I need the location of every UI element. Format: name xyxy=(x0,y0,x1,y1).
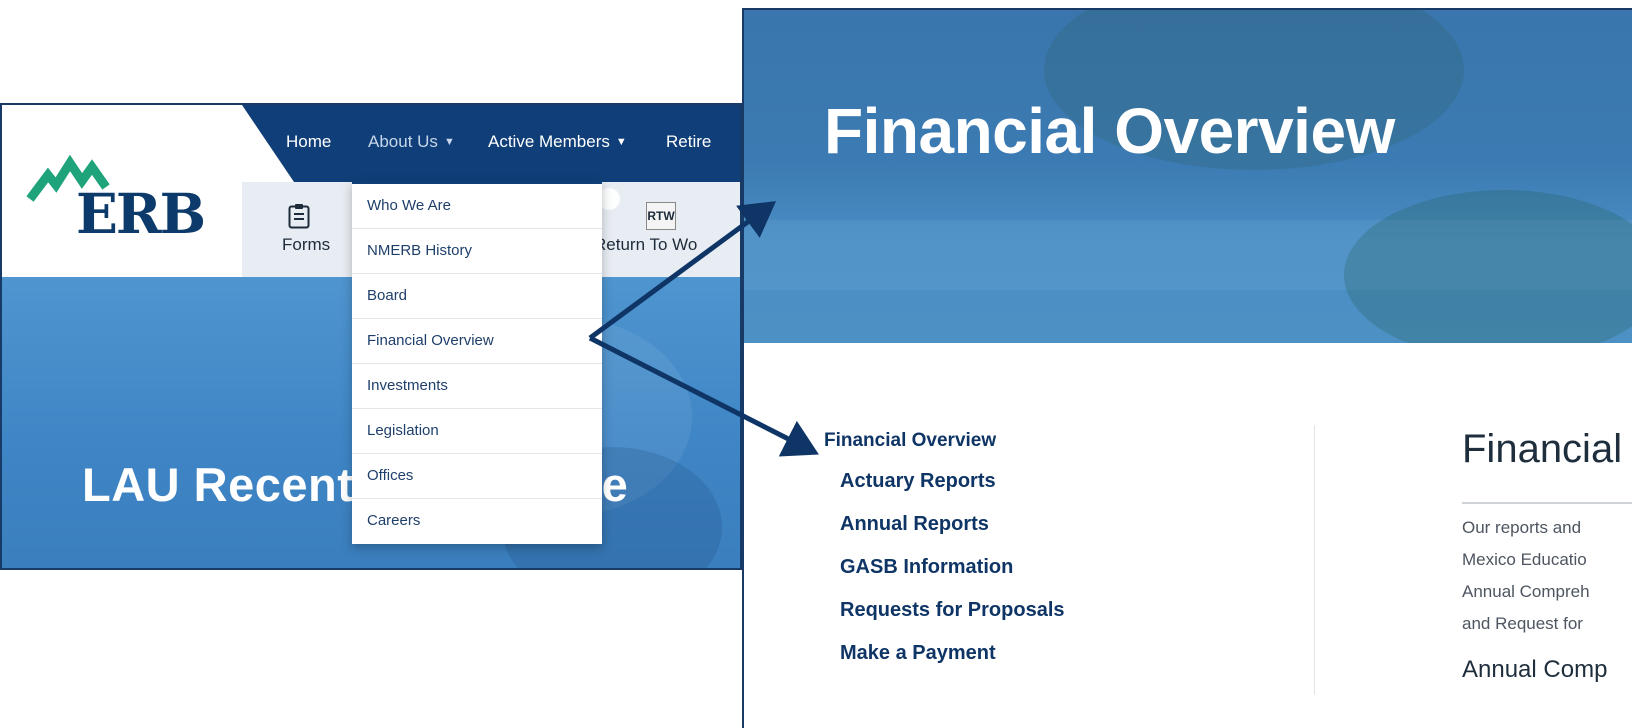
dropdown-item-financial-overview[interactable]: Financial Overview xyxy=(352,319,602,364)
main-nav-bar: Home About Us ▼ Active Members ▼ Retire xyxy=(242,105,740,182)
nav-item-label: About Us xyxy=(368,132,438,151)
chevron-down-icon: ▼ xyxy=(615,136,627,148)
forms-link[interactable]: Forms xyxy=(282,235,330,255)
content-paragraph-line: and Request for xyxy=(1462,614,1583,633)
logo-text: ERB xyxy=(76,181,206,246)
content-title: Financial xyxy=(1462,427,1623,471)
sidenav-item-actuary-reports[interactable]: Actuary Reports xyxy=(840,470,996,493)
dropdown-item-careers[interactable]: Careers xyxy=(352,499,602,544)
rtw-icon: RTW xyxy=(646,202,676,230)
title-underline xyxy=(1462,502,1632,504)
content-subheading: Annual Comp xyxy=(1462,656,1608,683)
return-to-work-link[interactable]: Return To Wo xyxy=(594,235,697,255)
dropdown-item-offices[interactable]: Offices xyxy=(352,454,602,499)
dropdown-item-legislation[interactable]: Legislation xyxy=(352,409,602,454)
content-paragraph-line: Annual Compreh xyxy=(1462,582,1590,601)
content-paragraph-line: Our reports and xyxy=(1462,518,1582,537)
about-us-dropdown-menu: Who We Are NMERB History Board Financial… xyxy=(352,181,602,544)
page-title: Financial Overview xyxy=(824,95,1395,167)
dropdown-item-investments[interactable]: Investments xyxy=(352,364,602,409)
sidenav-item-annual-reports[interactable]: Annual Reports xyxy=(840,513,989,536)
dropdown-item-nmerb-history[interactable]: NMERB History xyxy=(352,229,602,274)
sidenav-item-financial-overview[interactable]: Financial Overview xyxy=(824,430,996,452)
nav-item-label: Home xyxy=(286,132,332,151)
content-paragraph-line: Mexico Educatio xyxy=(1462,550,1587,569)
sidenav-item-gasb-information[interactable]: GASB Information xyxy=(840,556,1013,579)
sidenav-item-make-a-payment[interactable]: Make a Payment xyxy=(840,642,996,665)
nav-item-active-members[interactable]: Active Members ▼ xyxy=(488,132,627,152)
nav-item-retire[interactable]: Retire xyxy=(666,132,711,152)
dropdown-item-who-we-are[interactable]: Who We Are xyxy=(352,184,602,229)
site-screenshot-before: LAU Recent nge ERB Home About Us▼ Active… xyxy=(0,103,742,570)
nav-item-label: Active Members xyxy=(488,132,610,151)
dropdown-item-board[interactable]: Board xyxy=(352,274,602,319)
nav-item-label: Retire xyxy=(666,132,712,151)
hero-decoration xyxy=(1344,190,1632,343)
column-divider xyxy=(1314,425,1315,695)
nav-item-about-us[interactable]: About Us ▼ xyxy=(368,132,455,152)
site-screenshot-after: Financial Overview Financial Overview Ac… xyxy=(742,8,1632,728)
sidenav-item-requests-for-proposals[interactable]: Requests for Proposals xyxy=(840,599,1065,622)
clipboard-icon xyxy=(288,204,310,229)
page-hero-banner: Financial Overview xyxy=(744,10,1632,343)
chevron-down-icon: ▼ xyxy=(443,136,455,148)
nav-item-home[interactable]: Home xyxy=(286,132,331,152)
